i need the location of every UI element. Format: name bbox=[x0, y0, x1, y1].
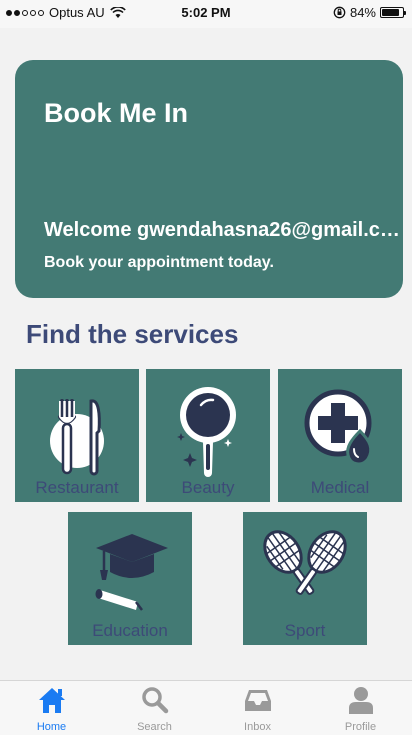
tab-home[interactable]: Home bbox=[0, 681, 103, 735]
search-icon bbox=[141, 687, 168, 714]
status-bar: Optus AU 5:02 PM 84% bbox=[0, 0, 412, 28]
app-title: Book Me In bbox=[44, 98, 189, 128]
tab-inbox[interactable]: Inbox bbox=[206, 681, 309, 735]
orientation-lock-icon bbox=[333, 6, 346, 19]
service-tile-restaurant[interactable]: Restaurant bbox=[15, 369, 139, 502]
service-label: Sport bbox=[284, 621, 326, 640]
service-label: Restaurant bbox=[35, 478, 119, 497]
service-label: Medical bbox=[310, 478, 370, 497]
tab-label: Profile bbox=[344, 721, 377, 733]
service-label: Beauty bbox=[181, 478, 235, 497]
status-right: 84% bbox=[333, 5, 406, 20]
service-tile-beauty[interactable]: Beauty bbox=[146, 369, 270, 502]
tab-label: Inbox bbox=[244, 721, 271, 733]
tab-profile[interactable]: Profile bbox=[309, 681, 412, 735]
tab-bar: Home Search Inbox Profile bbox=[0, 680, 412, 735]
service-tile-medical[interactable]: Medical bbox=[278, 369, 402, 502]
service-label: Education bbox=[92, 621, 168, 640]
service-tile-sport[interactable]: Sport bbox=[243, 512, 367, 645]
inbox-icon bbox=[244, 690, 271, 711]
welcome-card: Book Me In Welcome gwendahasna26@gmail.c… bbox=[15, 60, 403, 298]
tab-label: Home bbox=[36, 721, 67, 733]
welcome-subtitle: Book your appointment today. bbox=[44, 254, 274, 271]
profile-icon bbox=[348, 687, 373, 714]
tab-label: Search bbox=[137, 721, 172, 733]
service-tile-education[interactable]: Education bbox=[68, 512, 192, 645]
welcome-message: Welcome gwendahasna26@gmail.com bbox=[44, 219, 403, 241]
home-icon bbox=[38, 688, 65, 713]
battery-percent: 84% bbox=[349, 5, 376, 20]
battery-icon bbox=[380, 7, 406, 18]
section-title: Find the services bbox=[26, 319, 239, 349]
tab-search[interactable]: Search bbox=[103, 681, 206, 735]
